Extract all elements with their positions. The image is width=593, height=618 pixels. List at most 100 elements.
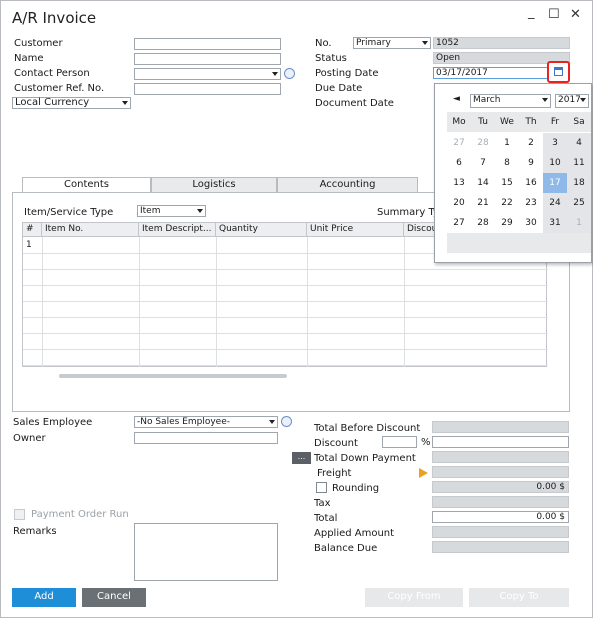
calendar-day[interactable]: 6 bbox=[447, 153, 471, 173]
item-service-type-label: Item/Service Type bbox=[24, 207, 114, 218]
weekday-header: Sa bbox=[567, 112, 591, 132]
horizontal-scrollbar[interactable] bbox=[59, 374, 287, 378]
total-before-discount-field bbox=[432, 421, 569, 433]
total-label: Total bbox=[314, 513, 338, 524]
maximize-icon[interactable]: ☐ bbox=[548, 7, 560, 22]
calendar-day[interactable]: 23 bbox=[519, 193, 543, 213]
calendar-day[interactable]: 22 bbox=[495, 193, 519, 213]
item-type-value: Item bbox=[140, 206, 161, 216]
year-select[interactable]: 2017 bbox=[555, 94, 589, 108]
column-header[interactable]: Item No. bbox=[42, 223, 139, 237]
add-button[interactable]: Add bbox=[12, 588, 76, 607]
calendar-day[interactable]: 29 bbox=[495, 213, 519, 233]
calendar-day[interactable]: 11 bbox=[567, 153, 591, 173]
total-field: 0.00 $ bbox=[432, 511, 569, 523]
calendar-day[interactable]: 24 bbox=[543, 193, 567, 213]
doc-number-field: 1052 bbox=[433, 37, 570, 49]
calendar-day[interactable]: 28 bbox=[471, 213, 495, 233]
posting-date-input[interactable]: 03/17/2017 bbox=[433, 67, 548, 79]
customer-input[interactable] bbox=[134, 38, 281, 50]
currency-select[interactable]: Local Currency bbox=[12, 97, 131, 109]
series-select[interactable]: Primary bbox=[353, 37, 431, 49]
payment-order-run-label: Payment Order Run bbox=[31, 509, 129, 520]
calendar-day[interactable]: 27 bbox=[447, 213, 471, 233]
calendar-day[interactable]: 14 bbox=[471, 173, 495, 193]
name-input[interactable] bbox=[134, 53, 281, 65]
currency-value: Local Currency bbox=[15, 97, 90, 108]
cancel-button[interactable]: Cancel bbox=[82, 588, 146, 607]
status-label: Status bbox=[315, 53, 347, 64]
rounding-checkbox[interactable] bbox=[316, 482, 327, 493]
contact-person-label: Contact Person bbox=[14, 68, 90, 79]
down-payment-button[interactable]: ... bbox=[292, 452, 311, 464]
calendar-day[interactable]: 15 bbox=[495, 173, 519, 193]
sales-employee-select[interactable]: -No Sales Employee- bbox=[134, 416, 278, 428]
payment-order-run-checkbox[interactable] bbox=[14, 509, 25, 520]
balance-due-field bbox=[432, 541, 569, 553]
freight-label: Freight bbox=[317, 468, 352, 479]
sales-employee-label: Sales Employee bbox=[13, 417, 93, 428]
calendar-day[interactable]: 4 bbox=[567, 133, 591, 153]
month-select[interactable]: March bbox=[470, 94, 551, 108]
owner-input[interactable] bbox=[134, 432, 278, 444]
discount-label: Discount bbox=[314, 438, 358, 449]
column-header[interactable]: Item Descript... bbox=[139, 223, 216, 237]
freight-arrow-icon[interactable] bbox=[419, 468, 428, 478]
calendar-day[interactable]: 27 bbox=[447, 133, 471, 153]
contact-person-select[interactable] bbox=[134, 68, 281, 80]
calendar-day[interactable]: 30 bbox=[519, 213, 543, 233]
chevron-down-icon bbox=[542, 98, 548, 102]
date-picker-popup: ◄ March 2017 Mo Tu We Th Fr Sa 27 28 1 2 3 4 6… bbox=[434, 83, 592, 263]
chevron-down-icon bbox=[269, 420, 275, 424]
employee-info-icon[interactable] bbox=[281, 416, 292, 427]
column-header[interactable]: Quantity bbox=[216, 223, 307, 237]
chevron-down-icon bbox=[197, 209, 203, 213]
calendar-day[interactable]: 9 bbox=[519, 153, 543, 173]
calendar-day[interactable]: 2 bbox=[519, 133, 543, 153]
calendar-day[interactable]: 3 bbox=[543, 133, 567, 153]
tab-logistics[interactable]: Logistics bbox=[151, 177, 277, 193]
month-value: March bbox=[473, 95, 501, 105]
copy-from-button[interactable]: Copy From bbox=[365, 588, 463, 607]
remarks-textarea[interactable] bbox=[134, 523, 278, 581]
rounding-field: 0.00 $ bbox=[432, 481, 569, 493]
tab-contents[interactable]: Contents bbox=[22, 177, 151, 193]
calendar-day[interactable]: 16 bbox=[519, 173, 543, 193]
copy-to-button[interactable]: Copy To bbox=[469, 588, 569, 607]
document-date-label: Document Date bbox=[315, 98, 394, 109]
discount-percent-input[interactable] bbox=[382, 436, 417, 448]
series-value: Primary bbox=[356, 38, 391, 48]
calendar-day[interactable]: 8 bbox=[495, 153, 519, 173]
calendar-day[interactable]: 1 bbox=[567, 213, 591, 233]
calendar-day[interactable]: 1 bbox=[495, 133, 519, 153]
close-icon[interactable]: ✕ bbox=[570, 7, 581, 22]
calendar-day[interactable]: 7 bbox=[471, 153, 495, 173]
freight-field bbox=[432, 466, 569, 478]
prev-month-icon[interactable]: ◄ bbox=[453, 94, 460, 104]
chevron-down-icon bbox=[422, 41, 428, 45]
tab-accounting[interactable]: Accounting bbox=[277, 177, 418, 193]
column-header[interactable]: # bbox=[23, 223, 42, 237]
tax-label: Tax bbox=[314, 498, 331, 509]
discount-amount-input[interactable] bbox=[432, 436, 569, 448]
chevron-down-icon bbox=[580, 98, 586, 102]
calendar-day[interactable]: 10 bbox=[543, 153, 567, 173]
calendar-day[interactable]: 25 bbox=[567, 193, 591, 213]
calendar-day[interactable]: 13 bbox=[447, 173, 471, 193]
item-service-type-select[interactable]: Item bbox=[137, 205, 206, 217]
calendar-day[interactable]: 20 bbox=[447, 193, 471, 213]
customer-label: Customer bbox=[14, 38, 63, 49]
calendar-day[interactable]: 31 bbox=[543, 213, 567, 233]
customer-ref-input[interactable] bbox=[134, 83, 281, 95]
minimize-icon[interactable]: _ bbox=[528, 5, 535, 20]
calendar-day[interactable]: 21 bbox=[471, 193, 495, 213]
calendar-day[interactable]: 28 bbox=[471, 133, 495, 153]
window-title: A/R Invoice bbox=[12, 9, 97, 27]
weekday-header: We bbox=[495, 112, 519, 132]
chevron-down-icon bbox=[122, 101, 128, 105]
column-header[interactable]: Unit Price bbox=[307, 223, 404, 237]
calendar-button[interactable] bbox=[547, 61, 570, 83]
calendar-day[interactable]: 17 bbox=[543, 173, 567, 193]
contact-info-icon[interactable] bbox=[284, 68, 295, 79]
calendar-day[interactable]: 18 bbox=[567, 173, 591, 193]
